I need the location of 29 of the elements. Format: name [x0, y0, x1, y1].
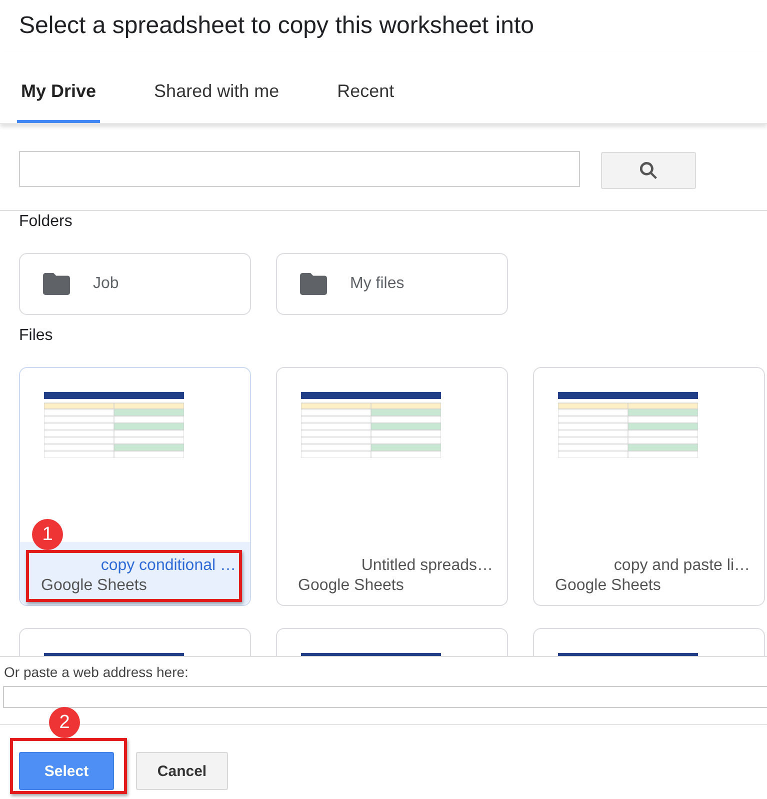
file-card[interactable]: copy conditional … Google Sheets 1 — [19, 367, 251, 606]
folder-card[interactable]: My files — [276, 253, 508, 315]
search-button[interactable] — [601, 152, 696, 189]
step-badge: 1 — [32, 519, 63, 550]
url-field[interactable] — [3, 686, 767, 708]
dialog-title: Select a spreadsheet to copy this worksheet into — [19, 11, 534, 41]
url-label: Or paste a web address here: — [3, 664, 188, 680]
tab[interactable]: My Drive — [17, 52, 100, 123]
search-icon — [640, 162, 657, 179]
step-badge: 2 — [49, 707, 80, 738]
file-name: copy and paste li… — [614, 556, 750, 575]
folder-card[interactable]: Job — [19, 253, 251, 315]
folder-icon — [43, 273, 70, 295]
folder-icon — [300, 273, 327, 295]
file-type: Google Sheets — [298, 576, 404, 596]
search-field[interactable] — [19, 151, 580, 187]
file-card[interactable]: copy and paste li… Google Sheets — [533, 367, 765, 606]
folder-name: Job — [93, 275, 119, 293]
tab[interactable]: Shared with me — [150, 52, 284, 123]
file-type: Google Sheets — [41, 576, 147, 596]
section-heading: Files — [19, 326, 53, 346]
cancel-button[interactable]: Cancel — [136, 752, 228, 790]
file-name: Untitled spreads… — [361, 556, 493, 575]
file-card[interactable]: Untitled spreads… Google Sheets — [276, 367, 508, 606]
file-type: Google Sheets — [555, 576, 661, 596]
tab[interactable]: Recent — [333, 52, 398, 123]
section-heading: Folders — [19, 212, 72, 232]
file-name: copy conditional … — [100, 556, 236, 575]
folder-name: My files — [350, 275, 404, 293]
